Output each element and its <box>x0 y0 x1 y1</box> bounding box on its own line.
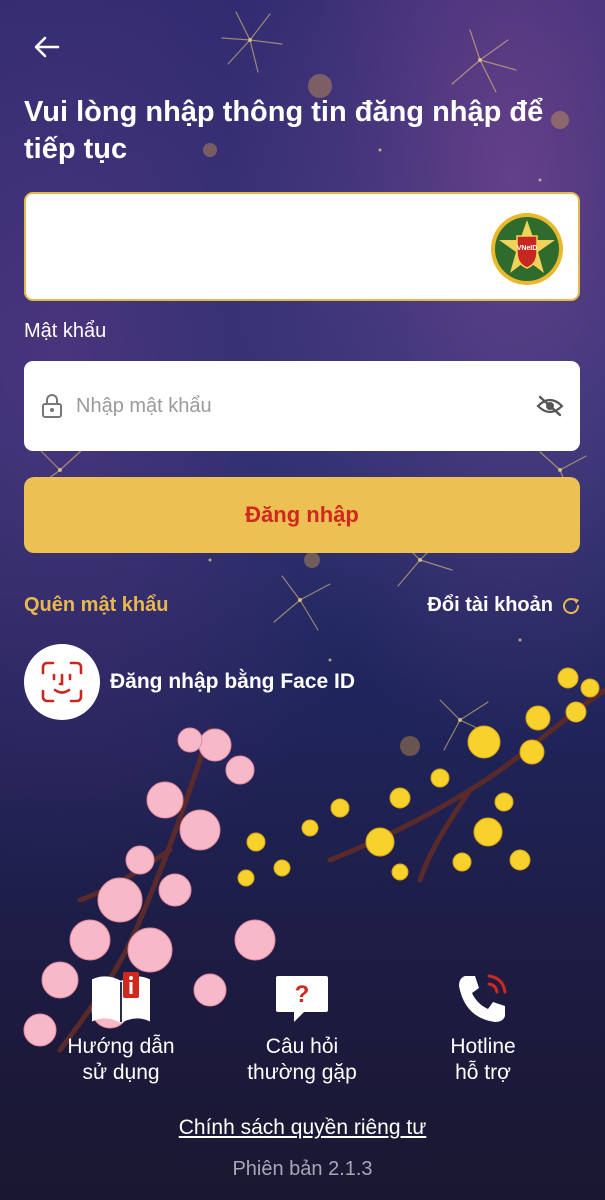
refresh-icon <box>563 597 579 614</box>
lock-icon <box>38 392 66 420</box>
faq-button[interactable]: ? Câu hỏi thường gặp <box>222 968 382 1086</box>
forgot-password-link[interactable]: Quên mật khẩu <box>24 594 168 617</box>
faceid-login-button[interactable]: Đăng nhập bằng Face ID <box>24 644 355 720</box>
arrow-left-icon <box>34 36 60 58</box>
question-bubble-icon: ? <box>276 976 328 1022</box>
page-title: Vui lòng nhập thông tin đăng nhập để tiế… <box>24 96 544 165</box>
svg-text:VNeID: VNeID <box>517 245 538 252</box>
switch-account-label: Đổi tài khoản <box>427 594 553 616</box>
phone-call-icon <box>459 974 507 1022</box>
password-input[interactable] <box>76 394 534 418</box>
switch-account-link[interactable]: Đổi tài khoản <box>427 594 581 617</box>
privacy-policy-link[interactable]: Chính sách quyền riêng tư <box>0 1116 605 1140</box>
login-button[interactable]: Đăng nhập <box>24 477 580 553</box>
faceid-label: Đăng nhập bằng Face ID <box>110 670 356 693</box>
faq-label: Câu hỏi thường gặp <box>247 1035 357 1084</box>
hotline-label: Hotline hỗ trợ <box>450 1035 516 1084</box>
password-label: Mật khẩu <box>24 320 107 342</box>
user-guide-button[interactable]: Hướng dẫn sử dụng <box>41 968 201 1086</box>
hotline-button[interactable]: Hotline hỗ trợ <box>403 968 563 1086</box>
vneid-emblem-icon: VNeID <box>491 213 563 285</box>
eye-off-icon[interactable] <box>534 390 566 422</box>
book-info-icon <box>92 972 150 1024</box>
svg-text:?: ? <box>295 981 310 1008</box>
username-field[interactable]: VNeID <box>24 192 580 301</box>
back-button[interactable] <box>30 30 64 64</box>
user-guide-label: Hướng dẫn sử dụng <box>67 1035 175 1084</box>
face-id-icon <box>24 644 100 720</box>
password-field-container[interactable] <box>24 361 580 451</box>
app-version: Phiên bản 2.1.3 <box>232 1158 373 1180</box>
